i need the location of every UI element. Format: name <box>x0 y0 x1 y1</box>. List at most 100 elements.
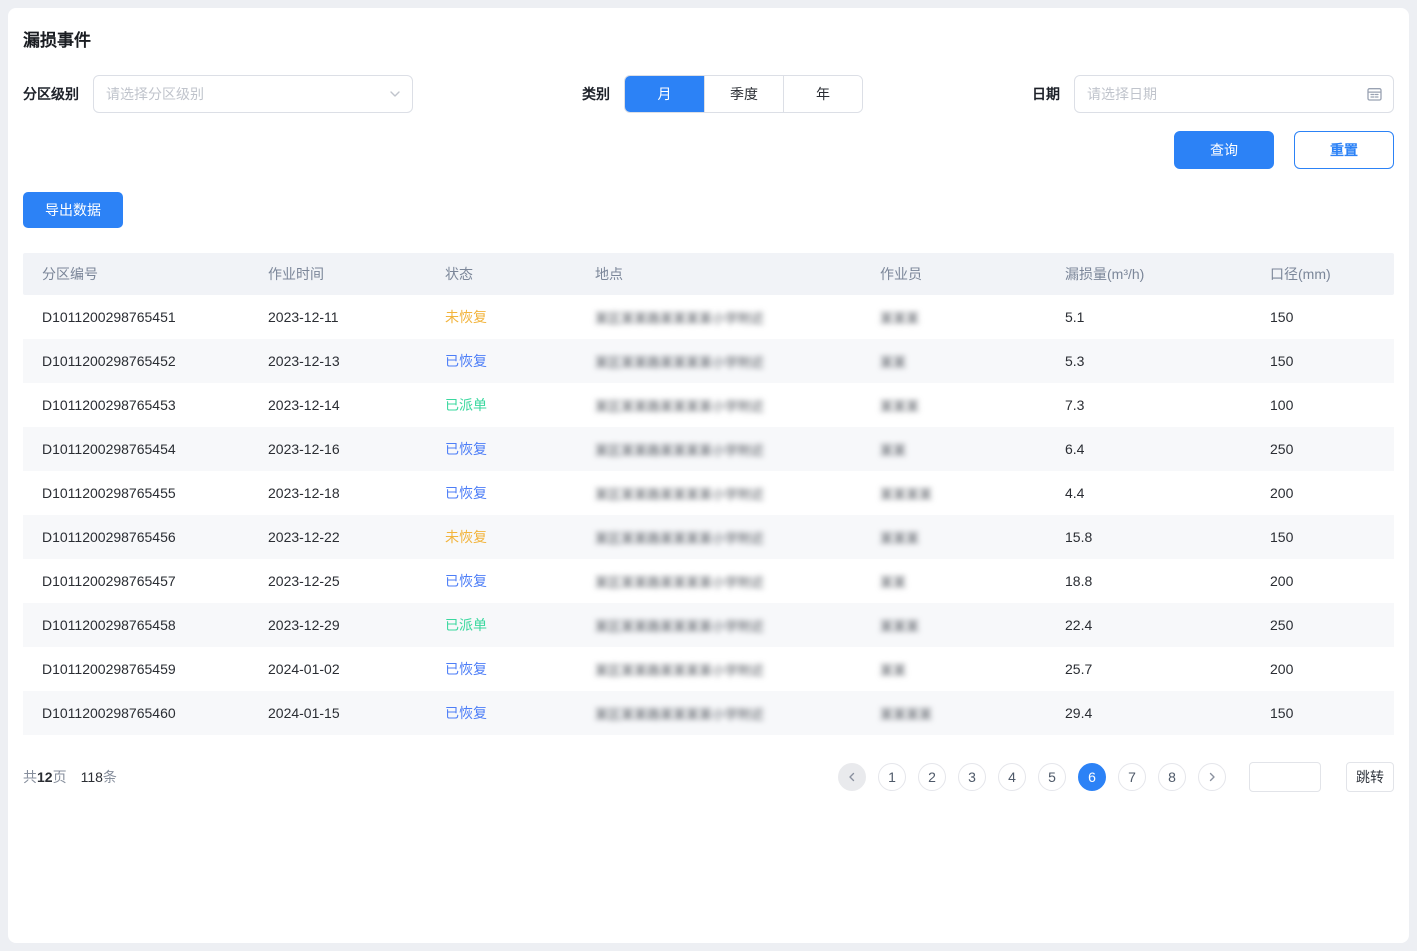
cell-leak-rate: 25.7 <box>1046 647 1251 691</box>
page-button-8[interactable]: 8 <box>1158 763 1186 791</box>
cell-status: 已恢复 <box>426 691 576 735</box>
cell-diameter: 150 <box>1251 295 1394 339</box>
cell-work-time: 2023-12-18 <box>249 471 426 515</box>
table-row: D10112002987654572023-12-25已恢复某区某某路某某某某小… <box>23 559 1394 603</box>
prev-page-button[interactable] <box>838 763 866 791</box>
jump-button[interactable]: 跳转 <box>1346 762 1394 792</box>
table-body: D10112002987654512023-12-11未恢复某区某某路某某某某小… <box>23 295 1394 735</box>
cell-location: 某区某某路某某某某小学附近 <box>576 471 861 515</box>
cell-zone-id: D1011200298765455 <box>23 471 249 515</box>
cell-operator: 某某 <box>861 647 1046 691</box>
zone-level-select[interactable] <box>93 75 413 113</box>
leak-events-table: 分区编号作业时间状态地点作业员漏损量(m³/h)口径(mm) D10112002… <box>23 253 1394 735</box>
cell-diameter: 150 <box>1251 515 1394 559</box>
cell-leak-rate: 29.4 <box>1046 691 1251 735</box>
cell-operator: 某某某某 <box>861 691 1046 735</box>
page-button-2[interactable]: 2 <box>918 763 946 791</box>
cell-location: 某区某某路某某某某小学附近 <box>576 691 861 735</box>
cell-diameter: 200 <box>1251 559 1394 603</box>
column-header: 状态 <box>426 253 576 295</box>
cell-operator: 某某某 <box>861 515 1046 559</box>
query-button[interactable]: 查询 <box>1174 131 1274 169</box>
pagination: 共12页118条 12345678 跳转 <box>23 762 1394 792</box>
pager-pages: 12345678 <box>878 763 1186 791</box>
table-row: D10112002987654552023-12-18已恢复某区某某路某某某某小… <box>23 471 1394 515</box>
cell-leak-rate: 5.1 <box>1046 295 1251 339</box>
cell-leak-rate: 6.4 <box>1046 427 1251 471</box>
pagination-summary: 共12页118条 <box>23 767 117 787</box>
cell-work-time: 2023-12-11 <box>249 295 426 339</box>
cell-location: 某区某某路某某某某小学附近 <box>576 603 861 647</box>
cell-diameter: 200 <box>1251 647 1394 691</box>
cell-leak-rate: 22.4 <box>1046 603 1251 647</box>
table-row: D10112002987654562023-12-22未恢复某区某某路某某某某小… <box>23 515 1394 559</box>
table-row: D10112002987654582023-12-29已派单某区某某路某某某某小… <box>23 603 1394 647</box>
page-button-1[interactable]: 1 <box>878 763 906 791</box>
page-button-4[interactable]: 4 <box>998 763 1026 791</box>
cell-zone-id: D1011200298765454 <box>23 427 249 471</box>
cell-zone-id: D1011200298765457 <box>23 559 249 603</box>
page-title: 漏损事件 <box>23 26 1394 51</box>
next-page-button[interactable] <box>1198 763 1226 791</box>
cell-operator: 某某某 <box>861 603 1046 647</box>
cell-location: 某区某某路某某某某小学附近 <box>576 515 861 559</box>
cell-operator: 某某 <box>861 339 1046 383</box>
cell-status: 已恢复 <box>426 339 576 383</box>
cell-zone-id: D1011200298765458 <box>23 603 249 647</box>
date-filter: 日期 <box>1032 75 1394 113</box>
cell-zone-id: D1011200298765453 <box>23 383 249 427</box>
actions-row: 查询 重置 <box>23 131 1394 169</box>
cell-operator: 某某某 <box>861 295 1046 339</box>
cell-work-time: 2023-12-14 <box>249 383 426 427</box>
total-items-suffix: 条 <box>103 769 117 785</box>
leak-events-panel: 漏损事件 分区级别 类别 月季度年 日期 <box>8 8 1409 943</box>
filter-row: 分区级别 类别 月季度年 日期 <box>23 75 1394 113</box>
cell-diameter: 200 <box>1251 471 1394 515</box>
table-row: D10112002987654542023-12-16已恢复某区某某路某某某某小… <box>23 427 1394 471</box>
cell-work-time: 2023-12-16 <box>249 427 426 471</box>
category-filter: 类别 月季度年 <box>582 75 863 113</box>
zone-level-label: 分区级别 <box>23 84 79 104</box>
cell-diameter: 250 <box>1251 603 1394 647</box>
cell-diameter: 150 <box>1251 691 1394 735</box>
cell-operator: 某某某 <box>861 383 1046 427</box>
cell-work-time: 2023-12-25 <box>249 559 426 603</box>
page-button-6[interactable]: 6 <box>1078 763 1106 791</box>
cell-work-time: 2023-12-22 <box>249 515 426 559</box>
reset-button[interactable]: 重置 <box>1294 131 1394 169</box>
cell-location: 某区某某路某某某某小学附近 <box>576 427 861 471</box>
category-tab[interactable]: 季度 <box>704 76 783 112</box>
cell-leak-rate: 4.4 <box>1046 471 1251 515</box>
cell-operator: 某某 <box>861 559 1046 603</box>
export-data-button[interactable]: 导出数据 <box>23 192 123 228</box>
cell-operator: 某某 <box>861 427 1046 471</box>
cell-zone-id: D1011200298765459 <box>23 647 249 691</box>
cell-zone-id: D1011200298765460 <box>23 691 249 735</box>
category-tab[interactable]: 月 <box>625 76 704 112</box>
cell-work-time: 2024-01-02 <box>249 647 426 691</box>
cell-work-time: 2023-12-29 <box>249 603 426 647</box>
cell-location: 某区某某路某某某某小学附近 <box>576 383 861 427</box>
export-row: 导出数据 <box>23 192 1394 228</box>
page-button-5[interactable]: 5 <box>1038 763 1066 791</box>
total-pages-prefix: 共 <box>23 769 37 785</box>
zone-level-select-input[interactable] <box>93 75 413 113</box>
category-tab[interactable]: 年 <box>783 76 862 112</box>
cell-status: 已恢复 <box>426 647 576 691</box>
cell-leak-rate: 5.3 <box>1046 339 1251 383</box>
cell-location: 某区某某路某某某某小学附近 <box>576 295 861 339</box>
jump-page-input[interactable] <box>1249 762 1321 792</box>
cell-status: 已派单 <box>426 383 576 427</box>
date-picker-input[interactable] <box>1074 75 1394 113</box>
page-button-7[interactable]: 7 <box>1118 763 1146 791</box>
cell-diameter: 250 <box>1251 427 1394 471</box>
cell-status: 已恢复 <box>426 559 576 603</box>
table-row: D10112002987654522023-12-13已恢复某区某某路某某某某小… <box>23 339 1394 383</box>
page-button-3[interactable]: 3 <box>958 763 986 791</box>
table-header-row: 分区编号作业时间状态地点作业员漏损量(m³/h)口径(mm) <box>23 253 1394 295</box>
date-picker[interactable] <box>1074 75 1394 113</box>
cell-location: 某区某某路某某某某小学附近 <box>576 647 861 691</box>
cell-zone-id: D1011200298765451 <box>23 295 249 339</box>
zone-level-filter: 分区级别 <box>23 75 413 113</box>
cell-leak-rate: 18.8 <box>1046 559 1251 603</box>
